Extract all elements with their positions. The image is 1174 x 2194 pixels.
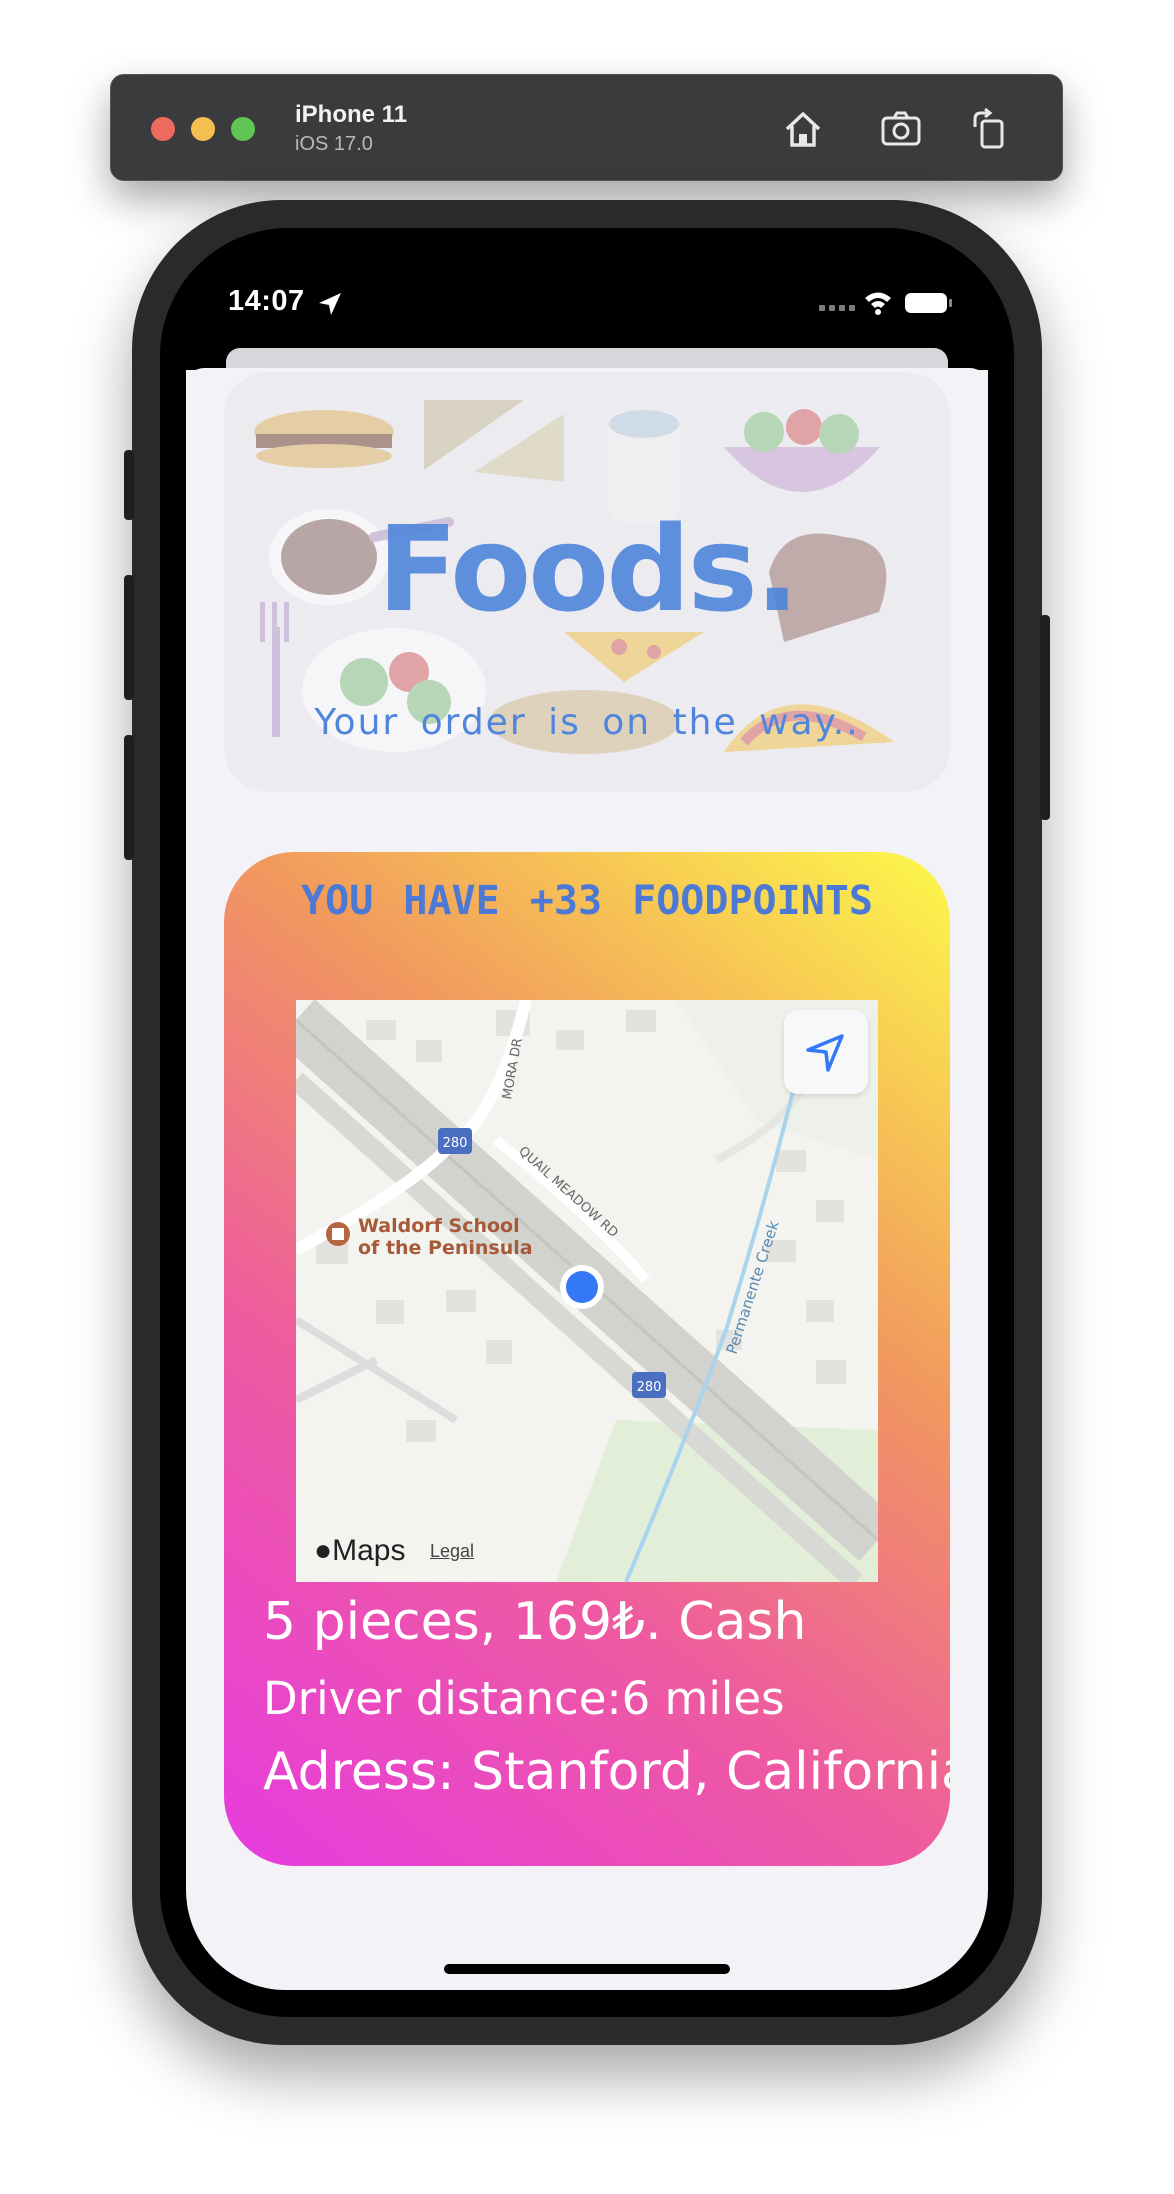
location-arrow-icon xyxy=(806,1034,844,1072)
close-window-button[interactable] xyxy=(151,117,175,141)
order-summary: 5 pieces, 169₺. Cash xyxy=(263,1592,807,1652)
zoom-window-button[interactable] xyxy=(231,117,255,141)
signal-icon xyxy=(819,305,855,311)
volume-down-button xyxy=(124,735,134,860)
user-location-dot xyxy=(560,1265,604,1309)
volume-up-button xyxy=(124,575,134,700)
legal-link[interactable]: Legal xyxy=(430,1541,474,1562)
location-arrow-icon xyxy=(319,293,341,315)
battery-icon xyxy=(905,293,952,313)
app-logo-title: Foods. xyxy=(377,500,800,638)
home-icon xyxy=(785,112,821,147)
driver-distance: Driver distance:6 miles xyxy=(263,1672,785,1725)
rotate-icon xyxy=(973,107,1004,149)
simulator-toolbar: iPhone 11 iOS 17.0 xyxy=(110,74,1063,181)
delivery-address: Adress: Stanford, California xyxy=(263,1742,950,1802)
poi-name-line2: of the Peninsula xyxy=(358,1237,533,1259)
school-poi-icon xyxy=(326,1222,350,1246)
poi-name-line1: Waldorf School xyxy=(358,1215,520,1237)
foodpoints-label: YOU HAVE +33 FOODPOINTS xyxy=(301,878,873,924)
salad-bowl-icon xyxy=(724,409,880,492)
order-card: YOU HAVE +33 FOODPOINTS 280 280 MORA DR … xyxy=(224,852,950,1866)
minimize-window-button[interactable] xyxy=(191,117,215,141)
status-icons xyxy=(815,288,955,323)
wifi-icon xyxy=(865,292,891,315)
home-button[interactable] xyxy=(779,105,827,153)
power-button xyxy=(1040,615,1050,820)
header-banner: Foods. Your order is on the way.. xyxy=(224,372,950,792)
svg-text:280: 280 xyxy=(443,1136,468,1151)
pizza-slice-icon xyxy=(564,632,704,682)
svg-text:280: 280 xyxy=(637,1380,662,1395)
device-name: iPhone 11 xyxy=(295,101,408,128)
screenshot-button[interactable] xyxy=(877,105,925,153)
driver-map[interactable]: 280 280 MORA DR QUAIL MEADOW RD Permanen… xyxy=(296,1000,878,1582)
status-time: 14:07 xyxy=(228,285,305,317)
highway-shield-280-a: 280 xyxy=(438,1128,472,1154)
home-indicator[interactable] xyxy=(444,1964,730,1974)
burger-icon xyxy=(254,410,394,468)
highway-shield-280-b: 280 xyxy=(632,1372,666,1398)
apple-logo-icon: ● xyxy=(314,1534,333,1567)
sandwich-icon xyxy=(424,400,564,482)
order-status-text: Your order is on the way.. xyxy=(314,702,860,743)
os-version: iOS 17.0 xyxy=(295,133,373,155)
rotate-button[interactable] xyxy=(967,105,1015,153)
maps-brand: ●Maps xyxy=(314,1534,406,1567)
mute-switch xyxy=(124,450,134,520)
locate-me-button[interactable] xyxy=(784,1010,868,1094)
screenshot-icon xyxy=(881,111,921,146)
